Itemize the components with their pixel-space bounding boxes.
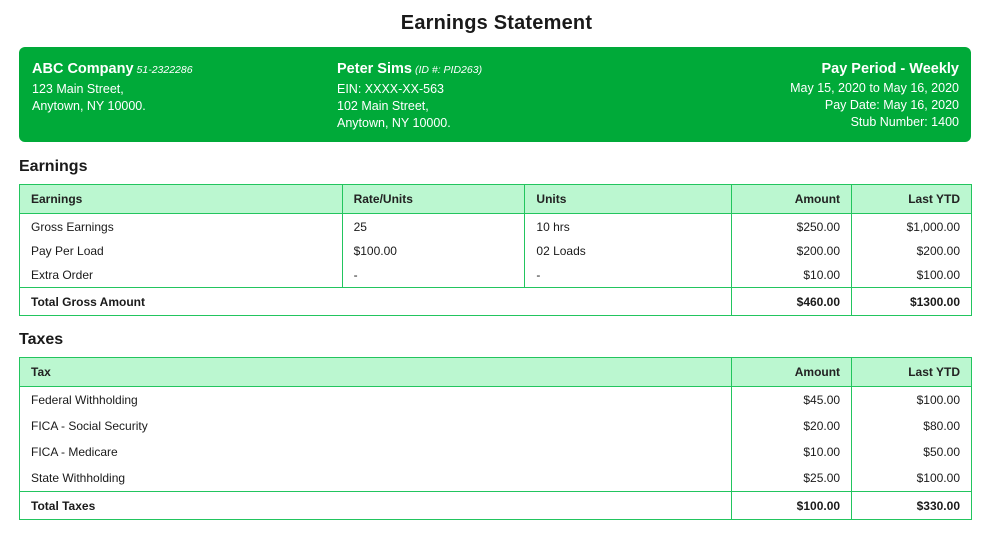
col-header-tax-last-ytd: Last YTD (851, 357, 972, 387)
earning-amount: $200.00 (731, 239, 853, 263)
table-row: Gross Earnings 25 10 hrs $250.00 $1,000.… (19, 213, 972, 239)
tax-ytd: $100.00 (851, 386, 972, 413)
taxes-header-row: Tax Amount Last YTD (18, 357, 972, 387)
earning-ytd: $1,000.00 (851, 213, 972, 239)
earning-ytd: $200.00 (851, 239, 972, 263)
tax-name: FICA - Social Security (18, 413, 733, 439)
earning-name: Extra Order (19, 263, 343, 288)
total-taxes-amount: $100.00 (731, 491, 853, 520)
earning-ytd: $100.00 (851, 263, 972, 288)
employee-address-line2: Anytown, NY 10000. (337, 116, 451, 130)
total-gross-label: Total Gross Amount (18, 287, 733, 316)
earning-name: Pay Per Load (19, 239, 343, 263)
tax-amount: $10.00 (731, 439, 853, 465)
employee-address-line1: 102 Main Street, (337, 99, 429, 113)
company-address-line2: Anytown, NY 10000. (32, 99, 146, 113)
col-header-units: Units (524, 184, 733, 214)
company-name: ABC Company (32, 61, 134, 77)
earning-amount: $10.00 (731, 263, 853, 288)
table-row: FICA - Social Security $20.00 $80.00 (18, 413, 972, 439)
pay-period-range: May 15, 2020 to May 16, 2020 (790, 81, 959, 95)
pay-period-title: Pay Period - Weekly (821, 61, 959, 77)
col-header-tax: Tax (18, 357, 733, 387)
earning-rate: 25 (341, 213, 526, 239)
earning-amount: $250.00 (731, 213, 853, 239)
tax-amount: $25.00 (731, 465, 853, 492)
earning-units: - (524, 263, 733, 288)
table-row: State Withholding $25.00 $100.00 (18, 465, 972, 492)
table-row: Extra Order - - $10.00 $100.00 (19, 263, 972, 288)
col-header-tax-amount: Amount (731, 357, 853, 387)
tax-ytd: $100.00 (851, 465, 972, 492)
pay-date: Pay Date: May 16, 2020 (824, 98, 959, 112)
table-row: Federal Withholding $45.00 $100.00 (18, 386, 972, 413)
company-info: ABC Company 51-2322286 123 Main Street, A… (32, 59, 193, 115)
pay-period-info: Pay Period - Weekly May 15, 2020 to May … (790, 59, 959, 131)
earnings-section-title: Earnings (19, 158, 88, 175)
tax-amount: $20.00 (731, 413, 853, 439)
tax-name: FICA - Medicare (18, 439, 733, 465)
table-row: FICA - Medicare $10.00 $50.00 (18, 439, 972, 465)
earnings-total-row: Total Gross Amount $460.00 $1300.00 (18, 287, 972, 316)
tax-name: Federal Withholding (18, 386, 733, 413)
taxes-section-title: Taxes (19, 331, 64, 348)
employee-id: (ID #: PID263) (414, 64, 483, 76)
earning-units: 10 hrs (524, 213, 733, 239)
employee-name: Peter Sims (337, 61, 412, 77)
taxes-table: Tax Amount Last YTD Federal Withholding … (18, 357, 972, 520)
tax-name: State Withholding (18, 465, 733, 492)
taxes-total-row: Total Taxes $100.00 $330.00 (18, 491, 972, 520)
stub-number: Stub Number: 1400 (850, 115, 959, 129)
total-gross-ytd: $1300.00 (851, 287, 972, 316)
earning-units: 02 Loads (524, 239, 733, 263)
tax-amount: $45.00 (731, 386, 853, 413)
table-row: Pay Per Load $100.00 02 Loads $200.00 $2… (19, 239, 972, 263)
tax-ytd: $50.00 (851, 439, 972, 465)
earnings-header-row: Earnings Rate/Units Units Amount Last YT… (19, 184, 972, 214)
col-header-amount: Amount (731, 184, 853, 214)
earning-name: Gross Earnings (19, 213, 343, 239)
earning-rate: - (341, 263, 526, 288)
company-id: 51-2322286 (136, 64, 193, 76)
statement-header: ABC Company 51-2322286 123 Main Street, A… (19, 47, 971, 142)
total-taxes-label: Total Taxes (18, 491, 733, 520)
company-address-line1: 123 Main Street, (32, 82, 124, 96)
col-header-earnings: Earnings (19, 184, 343, 214)
col-header-last-ytd: Last YTD (851, 184, 972, 214)
col-header-rate-units: Rate/Units (341, 184, 526, 214)
total-gross-amount: $460.00 (731, 287, 853, 316)
total-taxes-ytd: $330.00 (851, 491, 972, 520)
earnings-table: Earnings Rate/Units Units Amount Last YT… (18, 184, 972, 316)
page-title: Earnings Statement (400, 12, 593, 34)
earning-rate: $100.00 (341, 239, 526, 263)
employee-ein: EIN: XXXX-XX-563 (337, 82, 444, 96)
tax-ytd: $80.00 (851, 413, 972, 439)
employee-info: Peter Sims (ID #: PID263) EIN: XXXX-XX-56… (337, 59, 482, 132)
